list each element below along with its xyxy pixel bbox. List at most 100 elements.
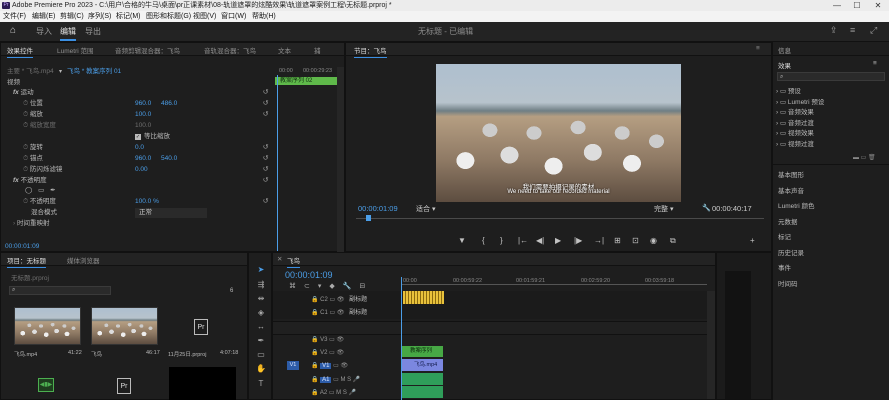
pr-project-icon[interactable]: Pr <box>194 319 208 335</box>
menu-marker[interactable]: 标记(M) <box>116 11 141 22</box>
minimize-button[interactable]: — <box>830 0 844 11</box>
project-search-input[interactable] <box>9 286 111 295</box>
section-markers[interactable]: 标记 <box>778 230 814 246</box>
program-video-frame[interactable]: 我们需要拍摄记录的素材 We need to take our recorded… <box>436 64 681 202</box>
reset-opacity-icon[interactable]: ↺ <box>262 177 269 184</box>
rotation-value[interactable]: 0.0 <box>135 143 144 153</box>
audio-item-icon[interactable]: ◀▮▶ <box>38 378 54 392</box>
thumb-feiniao-mp4[interactable] <box>14 307 81 345</box>
timeline-title[interactable]: 飞鸟 <box>287 255 300 268</box>
program-playhead[interactable] <box>366 215 371 221</box>
dropdown-icon[interactable]: ▾ <box>59 67 62 77</box>
go-to-in-icon[interactable]: |← <box>518 236 528 245</box>
track-v3-header[interactable]: 🔒 V3 ▭ 👁 <box>311 336 344 343</box>
share-icon[interactable]: ⇪ <box>830 25 838 36</box>
section-timecode[interactable]: 时间码 <box>778 277 814 293</box>
menu-edit[interactable]: 编辑(E) <box>32 11 55 22</box>
mark-out-icon[interactable]: } <box>500 236 503 245</box>
timeline-tool-icons[interactable]: ⌘⊂▾◆🔧⊟ <box>289 282 373 290</box>
track-a2-header[interactable]: 🔒 A2 ▭ M S 🎤 <box>311 389 356 396</box>
section-essential-sound[interactable]: 基本声音 <box>778 184 814 200</box>
step-forward-icon[interactable]: |▶ <box>574 236 582 245</box>
wrench-icon[interactable]: 🔧 <box>702 204 711 212</box>
menu-graphics[interactable]: 图形和标题(G) <box>146 11 191 22</box>
comparison-view-icon[interactable]: ⧉ <box>670 236 676 246</box>
menu-sequence[interactable]: 序列(S) <box>88 11 111 22</box>
ellipse-mask-icon[interactable]: ◯ <box>25 187 32 194</box>
close-button[interactable]: ✕ <box>871 0 885 11</box>
tab-media-browser[interactable]: 媒体浏览器 <box>67 255 100 265</box>
position-x-value[interactable]: 960.0 <box>135 99 151 109</box>
timeline-scrollbar[interactable] <box>707 291 715 399</box>
menu-help[interactable]: 帮助(H) <box>252 11 276 22</box>
anchor-y-value[interactable]: 540.0 <box>161 154 177 164</box>
quality-select[interactable]: 完整 ▾ <box>654 204 673 214</box>
pen-tool-icon[interactable]: ✒ <box>254 334 268 347</box>
reset-scale-icon[interactable]: ↺ <box>262 111 269 118</box>
workspace-tab-import[interactable]: 导入 <box>36 26 52 37</box>
timeline-ruler[interactable] <box>401 284 707 285</box>
mark-in-icon[interactable]: { <box>482 236 485 245</box>
selection-tool-icon[interactable]: ➤ <box>254 263 268 276</box>
track-v1-header[interactable]: 🔒 V1 ▭ 👁 <box>311 362 348 369</box>
button-editor-icon[interactable]: + <box>750 236 755 245</box>
close-sequence-icon[interactable]: ✕ <box>277 255 282 263</box>
reset-anti-flicker-icon[interactable]: ↺ <box>262 166 269 173</box>
reset-motion-icon[interactable]: ↺ <box>262 89 269 96</box>
source-target-v1[interactable]: V1 <box>287 361 299 370</box>
effect-folder-video-transitions[interactable]: › ▭ 视频过渡 <box>776 140 824 151</box>
menu-window[interactable]: 窗口(W) <box>221 11 246 22</box>
ec-playhead[interactable] <box>277 75 278 251</box>
menu-file[interactable]: 文件(F) <box>3 11 26 22</box>
maximize-button[interactable]: ☐ <box>850 0 864 11</box>
program-title[interactable]: 节目：飞鸟 <box>354 45 387 58</box>
lift-icon[interactable]: ⊞ <box>614 236 621 245</box>
effect-folder-audio-transitions[interactable]: › ▭ 音频过渡 <box>776 119 824 130</box>
thumb-feiniao-seq[interactable] <box>91 307 158 345</box>
effects-search-input[interactable]: ⌕ <box>777 72 885 81</box>
workspace-menu-icon[interactable]: ≡ <box>850 25 855 35</box>
menu-clip[interactable]: 剪辑(C) <box>60 11 84 22</box>
rectangle-tool-icon[interactable]: ▭ <box>254 348 268 361</box>
track-v2-header[interactable]: 🔒 V2 ▭ 👁 <box>311 349 344 356</box>
step-back-icon[interactable]: ◀| <box>536 236 544 245</box>
v1-video-clip[interactable]: 飞鸟.mp4 <box>402 359 443 371</box>
param-position[interactable]: ⏱ 位置 <box>23 99 43 109</box>
fx-opacity[interactable]: fx 不透明度 <box>13 176 47 186</box>
type-tool-icon[interactable]: T <box>254 377 268 390</box>
ec-clip-bar[interactable]: 教案序列 02 <box>275 77 337 85</box>
workspace-tab-edit[interactable]: 编辑 <box>60 26 76 41</box>
track-c1-header[interactable]: 🔒 C1 ▭ 👁 副标题 <box>311 307 367 316</box>
effect-folder-presets[interactable]: › ▭ 预设 <box>776 87 824 98</box>
clip-label[interactable]: 飞鸟 * 教案序列 01 <box>67 67 121 77</box>
reset-rotation-icon[interactable]: ↺ <box>262 144 269 151</box>
anti-flicker-value[interactable]: 0.00 <box>135 165 148 175</box>
subtitle-clip[interactable] <box>403 291 444 304</box>
v2-nested-clip[interactable]: 教案序列 <box>402 346 443 357</box>
black-video-thumb[interactable] <box>169 367 236 400</box>
program-timecode[interactable]: 00:00:01:09 <box>358 204 398 213</box>
track-select-tool-icon[interactable]: ⇶ <box>254 278 268 291</box>
effects-menu-icon[interactable]: ≡ <box>873 60 877 67</box>
program-menu-icon[interactable]: ≡ <box>756 45 760 52</box>
blend-mode-select[interactable]: 正常 <box>135 208 207 218</box>
ec-timecode[interactable]: 00:00:01:09 <box>5 242 39 252</box>
tab-audio-clip-mixer[interactable]: 音频剪辑混合器：飞鸟 <box>115 45 180 55</box>
effects-tab[interactable]: 效果 <box>778 60 791 70</box>
section-events[interactable]: 事件 <box>778 261 814 277</box>
param-scale[interactable]: ⏱ 缩放 <box>23 110 43 120</box>
add-marker-icon[interactable]: ▼ <box>458 236 466 245</box>
reset-opacity-value-icon[interactable]: ↺ <box>262 198 269 205</box>
export-frame-icon[interactable]: ◉ <box>650 236 657 245</box>
scale-value[interactable]: 100.0 <box>135 110 151 120</box>
reset-anchor-icon[interactable]: ↺ <box>262 155 269 162</box>
home-icon[interactable]: ⌂ <box>10 25 16 36</box>
info-tab[interactable]: 信息 <box>778 45 791 55</box>
tab-effect-controls[interactable]: 效果控件 <box>7 45 33 58</box>
section-history[interactable]: 历史记录 <box>778 246 814 262</box>
tab-audio-track-mixer[interactable]: 音轨混合器：飞鸟 <box>204 45 256 55</box>
anchor-x-value[interactable]: 960.0 <box>135 154 151 164</box>
effect-folder-video-effects[interactable]: › ▭ 视频效果 <box>776 129 824 140</box>
ec-scrollbar[interactable] <box>337 67 344 252</box>
workspace-tab-export[interactable]: 导出 <box>85 26 101 37</box>
